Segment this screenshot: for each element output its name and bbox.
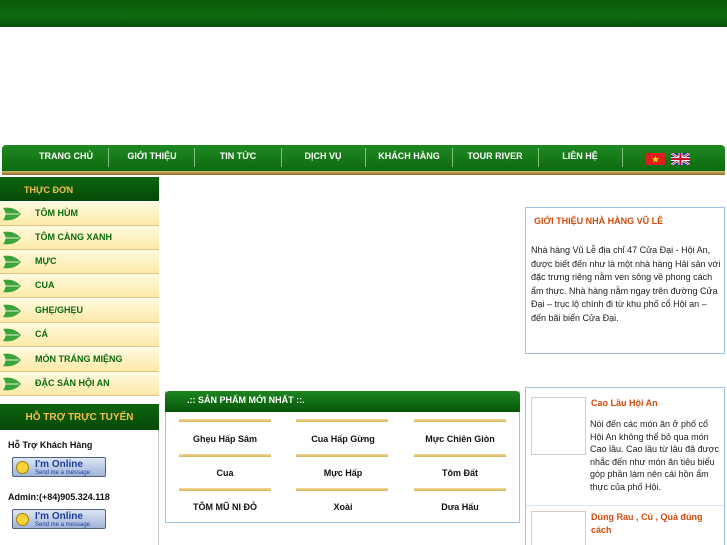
online-status-button[interactable]: I'm Online Send me a message bbox=[12, 457, 106, 477]
news-divider bbox=[526, 505, 724, 506]
news-thumbnail[interactable] bbox=[531, 397, 586, 455]
product-divider bbox=[296, 454, 388, 457]
vietnam-flag-icon[interactable] bbox=[646, 153, 665, 165]
menu-item-label: GHẸ/GHẸU bbox=[35, 305, 84, 315]
product-divider bbox=[414, 419, 506, 422]
leaf-icon bbox=[3, 353, 21, 367]
menu-item-crab[interactable]: CUA bbox=[0, 274, 159, 298]
product-item[interactable]: Xoài bbox=[284, 502, 402, 512]
news-excerpt: Nói đến các món ăn ở phố cổ Hội An không… bbox=[590, 419, 720, 492]
smiley-icon bbox=[16, 513, 29, 526]
admin-phone-label: Admin:(+84)905.324.118 bbox=[8, 492, 110, 502]
product-divider bbox=[296, 419, 388, 422]
leaf-icon bbox=[3, 377, 21, 391]
leaf-icon bbox=[3, 279, 21, 293]
product-item[interactable]: Cua bbox=[166, 468, 284, 478]
nav-about[interactable]: GIỚI THIỆU bbox=[110, 145, 194, 171]
new-products-title: .:: SẢN PHẨM MỚI NHẤT ::. bbox=[165, 391, 520, 412]
uk-flag-icon[interactable] bbox=[671, 153, 690, 165]
support-panel: Hỗ Trợ Khách Hàng I'm Online Send me a m… bbox=[0, 430, 159, 545]
customer-support-label: Hỗ Trợ Khách Hàng bbox=[8, 440, 93, 450]
intro-title[interactable]: GIỚI THIỆU NHÀ HÀNG VŨ LÊ bbox=[534, 216, 663, 226]
product-item[interactable]: Dưa Hấu bbox=[401, 502, 519, 512]
online-status-button[interactable]: I'm Online Send me a message bbox=[12, 509, 106, 529]
nav-tour-river[interactable]: TOUR RIVER bbox=[453, 145, 537, 171]
product-divider bbox=[179, 454, 271, 457]
product-item[interactable]: Ghẹu Hấp Sâm bbox=[166, 434, 284, 444]
menu-item-squid[interactable]: MỰC bbox=[0, 250, 159, 274]
menu-item-hoi-an-specialty[interactable]: ĐẶC SẢN HỘI AN bbox=[0, 372, 159, 396]
product-divider bbox=[179, 488, 271, 491]
product-divider bbox=[414, 488, 506, 491]
menu-item-label: TÔM CÀNG XANH bbox=[35, 232, 112, 242]
menu-item-fish[interactable]: CÁ bbox=[0, 323, 159, 347]
news-title[interactable]: Cao Lầu Hội An bbox=[591, 397, 721, 410]
intro-text: Nhà hàng Vũ Lễ địa chỉ 47 Cửa Đại - Hội … bbox=[531, 245, 721, 323]
menu-item-label: CÁ bbox=[35, 329, 48, 339]
nav-divider bbox=[108, 148, 109, 167]
news-panel: Cao Lầu Hội An Nói đến các món ăn ở phố … bbox=[525, 387, 725, 545]
leaf-icon bbox=[3, 304, 21, 318]
menu-item-lobster[interactable]: TÔM HÙM bbox=[0, 202, 159, 226]
product-item[interactable]: Tôm Đất bbox=[401, 468, 519, 478]
product-divider bbox=[296, 488, 388, 491]
online-status-subtitle: Send me a message bbox=[35, 522, 91, 528]
nav-bottom-border bbox=[2, 171, 725, 175]
nav-news[interactable]: TIN TỨC bbox=[196, 145, 280, 171]
leaf-icon bbox=[3, 207, 21, 221]
intro-panel: GIỚI THIỆU NHÀ HÀNG VŨ LÊ Nhà hàng Vũ Lễ… bbox=[525, 207, 725, 354]
online-status-subtitle: Send me a message bbox=[35, 470, 91, 476]
leaf-icon bbox=[3, 231, 21, 245]
product-item[interactable]: Mực Hấp bbox=[284, 468, 402, 478]
nav-divider bbox=[622, 148, 623, 167]
news-thumbnail[interactable] bbox=[531, 511, 586, 545]
news-title[interactable]: Dùng Rau , Củ , Quả đúng cách bbox=[591, 511, 721, 537]
menu-item-prawn[interactable]: TÔM CÀNG XANH bbox=[0, 226, 159, 250]
leaf-icon bbox=[3, 328, 21, 342]
product-item[interactable]: Cua Hấp Gừng bbox=[284, 434, 402, 444]
menu-item-dessert[interactable]: MÓN TRÁNG MIỆNG bbox=[0, 348, 159, 372]
product-divider bbox=[414, 454, 506, 457]
smiley-icon bbox=[16, 461, 29, 474]
online-status-title: I'm Online bbox=[35, 511, 83, 522]
leaf-icon bbox=[3, 255, 21, 269]
product-item[interactable]: Mực Chiên Giòn bbox=[401, 434, 519, 444]
menu-item-label: MỰC bbox=[35, 256, 57, 266]
nav-home[interactable]: TRANG CHỦ bbox=[24, 145, 108, 171]
product-item[interactable]: TÔM MŨ NI ĐỎ bbox=[166, 502, 284, 512]
product-divider bbox=[179, 419, 271, 422]
nav-contact[interactable]: LIÊN HỆ bbox=[539, 145, 621, 171]
menu-title: THỰC ĐƠN bbox=[0, 177, 159, 201]
menu-item-label: CUA bbox=[35, 280, 55, 290]
main-nav: TRANG CHỦ GIỚI THIỆU TIN TỨC DỊCH VỤ KHÁ… bbox=[2, 145, 725, 171]
online-status-title: I'm Online bbox=[35, 459, 83, 470]
support-title: HỖ TRỢ TRỰC TUYẾN bbox=[0, 404, 159, 430]
nav-services[interactable]: DỊCH VỤ bbox=[282, 145, 364, 171]
menu-item-label: MÓN TRÁNG MIỆNG bbox=[35, 354, 123, 364]
top-banner-bar bbox=[0, 0, 727, 27]
nav-divider bbox=[194, 148, 195, 167]
menu-item-blue-crab[interactable]: GHẸ/GHẸU bbox=[0, 299, 159, 323]
nav-customers[interactable]: KHÁCH HÀNG bbox=[366, 145, 452, 171]
menu-item-label: ĐẶC SẢN HỘI AN bbox=[35, 378, 110, 388]
menu-item-label: TÔM HÙM bbox=[35, 208, 78, 218]
